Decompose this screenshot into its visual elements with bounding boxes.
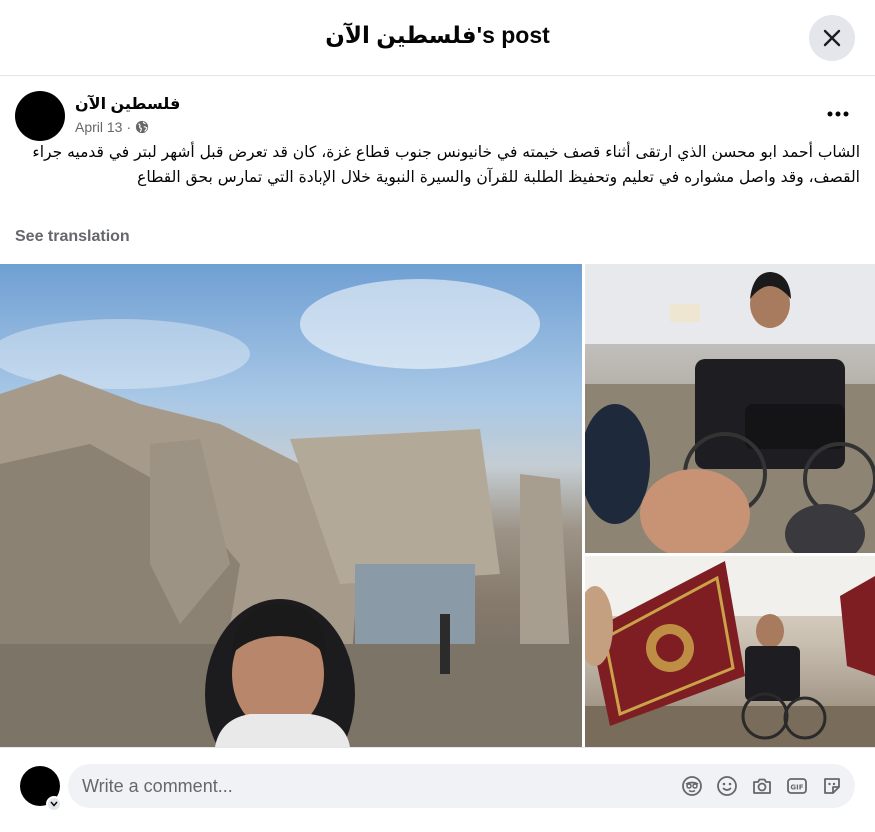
post-date[interactable]: April 13 xyxy=(75,119,122,135)
classroom-scene-illustration xyxy=(585,264,875,553)
chevron-down-icon xyxy=(50,801,58,807)
dialog-title: فلسطين الآن's post xyxy=(325,22,550,48)
camera-icon xyxy=(753,778,771,794)
more-dots-icon xyxy=(827,111,849,117)
gif-button[interactable]: GIF xyxy=(786,775,808,797)
profile-switch-button[interactable] xyxy=(46,796,62,812)
see-translation-link[interactable]: See translation xyxy=(15,228,130,246)
emoji-icon xyxy=(717,776,737,796)
author-name[interactable]: فلسطين الآن xyxy=(75,94,180,114)
photo-quran-reading[interactable] xyxy=(585,556,875,747)
comment-input-container: GIF xyxy=(68,764,855,808)
sticker-icon xyxy=(824,778,840,794)
close-icon xyxy=(823,29,841,47)
post-meta: April 13 · xyxy=(75,119,149,135)
photo-wheelchair-class[interactable] xyxy=(585,264,875,553)
comment-input[interactable] xyxy=(82,764,662,808)
svg-text:GIF: GIF xyxy=(790,784,803,792)
emoji-button[interactable] xyxy=(716,775,738,797)
rubble-scene-illustration xyxy=(0,279,582,747)
photo-rubble-portrait[interactable] xyxy=(0,264,582,747)
globe-icon[interactable] xyxy=(135,120,149,134)
camera-button[interactable] xyxy=(751,775,773,797)
avatar-sticker-button[interactable] xyxy=(681,775,703,797)
post-dialog-header: فلسطين الآن's post xyxy=(0,0,875,76)
gif-icon: GIF xyxy=(787,778,807,794)
post-text: الشاب أحمد ابو محسن الذي ارتقى أثناء قصف… xyxy=(32,143,860,186)
close-button[interactable] xyxy=(809,15,855,61)
author-avatar[interactable] xyxy=(15,91,65,141)
sticker-button[interactable] xyxy=(821,775,843,797)
meta-separator: · xyxy=(126,119,132,135)
quran-scene-illustration xyxy=(585,556,875,747)
more-options-button[interactable] xyxy=(820,100,856,128)
avatar-sticker-icon xyxy=(682,776,702,796)
